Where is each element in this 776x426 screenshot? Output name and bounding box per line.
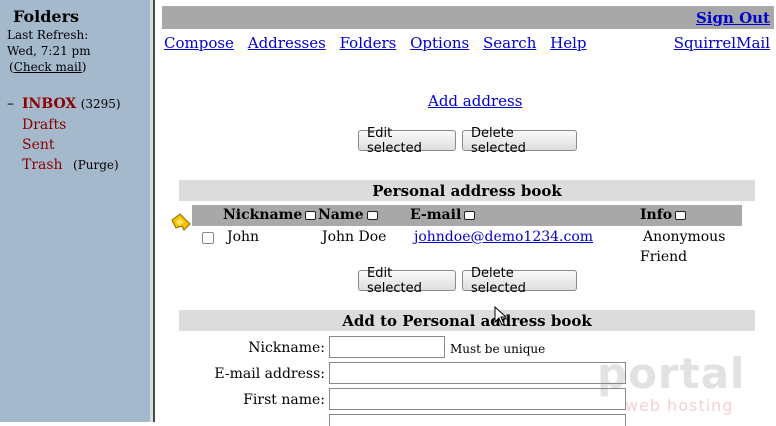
folder-link-trash[interactable]: Trash (22, 157, 63, 173)
email-label: E-mail address: (214, 366, 325, 382)
row-email-link[interactable]: johndoe@demo1234.com (414, 229, 593, 245)
last-refresh-time: Wed, 7:21 pm (7, 44, 91, 58)
nav-options[interactable]: Options (410, 34, 469, 52)
folder-item-trash: Trash (Purge) (22, 157, 119, 173)
column-email[interactable]: E-mail (410, 207, 476, 223)
delete-selected-button-top[interactable]: Delete selected (462, 126, 577, 156)
purge-trash-link[interactable]: (Purge) (73, 158, 119, 172)
row-select-checkbox[interactable] (202, 232, 214, 244)
check-mail-close-paren: ) (81, 60, 87, 74)
folder-link-inbox[interactable]: INBOX (22, 96, 76, 112)
first-name-input[interactable] (329, 388, 626, 410)
row-nickname: John (227, 229, 260, 245)
collapse-inbox-toggle[interactable]: – (7, 96, 14, 112)
sort-icon[interactable] (464, 210, 476, 220)
nickname-input[interactable] (329, 336, 445, 358)
pointer-arrow-icon (171, 213, 191, 231)
squirrelmail-link[interactable]: SquirrelMail (674, 34, 770, 52)
add-to-address-book-header: Add to Personal address book (179, 310, 755, 331)
check-mail-link[interactable]: Check mail (14, 60, 82, 74)
folder-link-drafts[interactable]: Drafts (22, 117, 66, 133)
inbox-unread-count: (3295) (80, 97, 121, 111)
sign-out-link[interactable]: Sign Out (696, 9, 770, 27)
column-info-label: Info (640, 207, 673, 223)
nav-addresses[interactable]: Addresses (248, 34, 326, 52)
mouse-cursor-icon (494, 306, 508, 326)
pane-divider-dark[interactable] (153, 0, 155, 422)
sort-icon[interactable] (305, 210, 317, 220)
row-info-line1: Anonymous (643, 229, 726, 245)
sort-icon[interactable] (366, 210, 378, 220)
row-name: John Doe (322, 229, 387, 245)
last-refresh-label: Last Refresh: (7, 28, 89, 42)
nickname-label: Nickname: (248, 340, 325, 356)
first-name-label: First name: (243, 392, 325, 408)
column-email-label: E-mail (410, 207, 462, 223)
check-mail: (Check mail) (9, 60, 86, 74)
folder-item-inbox: INBOX (3295) (22, 96, 121, 112)
delete-selected-button-bottom[interactable]: Delete selected (462, 266, 577, 296)
folder-item-sent: Sent (22, 137, 55, 153)
folder-link-sent[interactable]: Sent (22, 137, 55, 153)
nav-help[interactable]: Help (550, 34, 586, 52)
address-table-header: Nickname Name E-mail Info (192, 205, 742, 226)
column-nickname[interactable]: Nickname (223, 207, 317, 223)
column-info[interactable]: Info (640, 207, 687, 223)
row-info-line2: Friend (640, 249, 688, 265)
folder-pane: Folders Last Refresh: Wed, 7:21 pm (Chec… (0, 0, 150, 422)
nickname-hint: Must be unique (450, 342, 546, 356)
edit-selected-button-top[interactable]: Edit selected (358, 126, 456, 156)
nav-compose[interactable]: Compose (164, 34, 234, 52)
column-name-label: Name (318, 207, 364, 223)
nav-search[interactable]: Search (483, 34, 536, 52)
add-address-link[interactable]: Add address (428, 92, 522, 110)
column-name[interactable]: Name (318, 207, 378, 223)
watermark-sub-text: web hosting (625, 396, 734, 415)
column-nickname-label: Nickname (223, 207, 303, 223)
sort-icon[interactable] (675, 210, 687, 220)
main-nav: Compose Addresses Folders Options Search… (164, 34, 774, 54)
email-input[interactable] (329, 362, 626, 384)
nav-folders[interactable]: Folders (340, 34, 397, 52)
top-bar: Sign Out (162, 6, 774, 29)
personal-address-book-header: Personal address book (179, 180, 755, 201)
last-name-input[interactable] (329, 414, 626, 426)
edit-selected-button-bottom[interactable]: Edit selected (358, 266, 456, 296)
folder-item-drafts: Drafts (22, 117, 66, 133)
folders-title: Folders (13, 7, 80, 26)
